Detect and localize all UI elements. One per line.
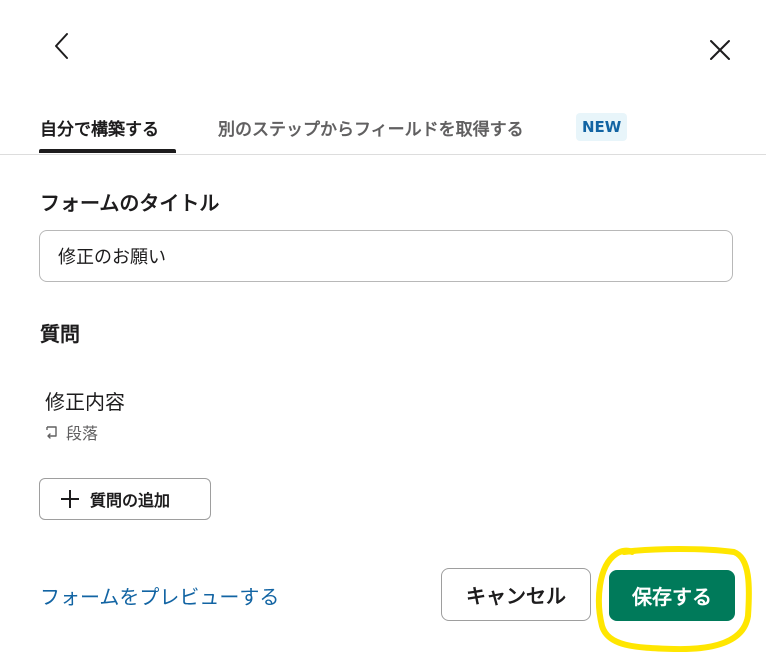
new-badge: NEW (576, 113, 628, 141)
add-question-button[interactable]: 質問の追加 (39, 478, 211, 520)
cancel-button-label: キャンセル (466, 584, 566, 608)
back-button[interactable] (44, 26, 80, 66)
paragraph-icon (46, 426, 57, 439)
save-button-label: 保存する (632, 585, 712, 609)
tab-build-yourself[interactable]: 自分で構築する (40, 100, 159, 154)
cancel-button[interactable]: キャンセル (441, 568, 591, 621)
tab-fetch-from-step[interactable]: 別のステップからフィールドを取得する (218, 100, 524, 154)
question-title: 修正内容 (45, 390, 125, 414)
form-title-input[interactable] (39, 230, 733, 282)
chevron-left-icon (55, 33, 68, 59)
form-title-label: フォームのタイトル (40, 191, 220, 215)
close-button[interactable] (700, 30, 740, 70)
tab-bar: 自分で構築する 別のステップからフィールドを取得する (0, 100, 766, 155)
active-tab-indicator (39, 149, 176, 153)
preview-form-link[interactable]: フォームをプレビューする (40, 581, 279, 610)
question-type: 段落 (44, 420, 98, 444)
question-type-label: 段落 (66, 424, 99, 443)
save-button[interactable]: 保存する (609, 570, 735, 621)
close-icon (710, 40, 730, 60)
questions-label: 質問 (40, 322, 80, 346)
tab-build-yourself-label: 自分で構築する (40, 119, 159, 140)
add-question-label: 質問の追加 (90, 491, 171, 510)
question-item[interactable]: 修正内容 段落 (44, 382, 344, 446)
tab-fetch-from-step-label: 別のステップからフィールドを取得する (218, 119, 524, 140)
plus-icon (61, 490, 79, 508)
